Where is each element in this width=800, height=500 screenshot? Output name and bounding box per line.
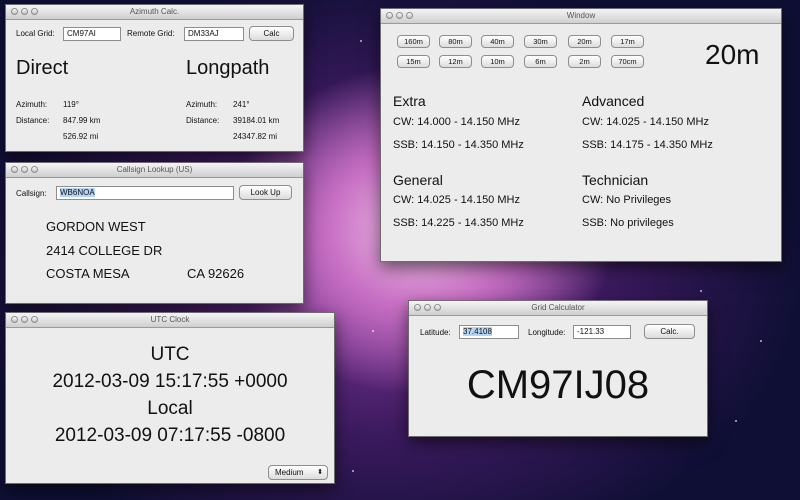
direct-azimuth-value: 119° (63, 100, 79, 109)
long-km-value: 39184.01 km (233, 116, 280, 125)
grid-calculator-window: Grid Calculator Latitude: 37.4108 Longit… (408, 300, 708, 437)
band-button-15m[interactable]: 15m (397, 55, 430, 68)
extra-heading: Extra (393, 93, 426, 109)
direct-azimuth-label: Azimuth: (16, 100, 48, 109)
band-button-70cm[interactable]: 70cm (611, 55, 644, 68)
longitude-label: Longitude: (528, 328, 566, 337)
minimize-icon[interactable] (21, 8, 28, 15)
size-select-value: Medium (275, 468, 304, 477)
longitude-input[interactable]: -121.33 (573, 325, 631, 339)
callsign-titlebar[interactable]: Callsign Lookup (US) (6, 163, 303, 178)
band-button-80m[interactable]: 80m (439, 35, 472, 48)
long-azimuth-value: 241° (233, 100, 250, 109)
longpath-heading: Longpath (186, 57, 270, 79)
azimuth-calc-window: Azimuth Calc. Local Grid: CM97AI Remote … (5, 4, 304, 152)
latitude-input[interactable]: 37.4108 (459, 325, 519, 339)
direct-distance-label: Distance: (16, 116, 50, 125)
window-title: Window (566, 11, 596, 20)
local-label: Local (147, 398, 193, 419)
direct-heading: Direct (16, 57, 69, 79)
callsign-lookup-window: Callsign Lookup (US) Callsign: WB6NOA Lo… (5, 162, 304, 304)
local-time: 2012-03-09 07:17:55 -0800 (54, 425, 286, 446)
general-heading: General (393, 172, 443, 188)
band-button-160m[interactable]: 160m (397, 35, 430, 48)
zoom-icon[interactable] (406, 12, 413, 19)
state-zip: CA 92626 (187, 266, 245, 281)
advanced-ssb: SSB: 14.175 - 14.350 MHz (582, 139, 713, 151)
minimize-icon[interactable] (21, 316, 28, 323)
size-select[interactable]: Medium ⬍ (268, 465, 328, 480)
utc-clock-window: UTC Clock UTC 2012-03-09 15:17:55 +0000 … (5, 312, 335, 484)
window-title: Callsign Lookup (US) (116, 165, 193, 174)
close-icon[interactable] (386, 12, 393, 19)
long-mi-value: 24347.82 mi (233, 132, 278, 141)
technician-ssb: SSB: No privileges (582, 217, 674, 229)
general-cw: CW: 14.025 - 14.150 MHz (393, 194, 520, 206)
minimize-icon[interactable] (424, 304, 431, 311)
calc-button[interactable]: Calc. (644, 324, 695, 339)
extra-cw: CW: 14.000 - 14.150 MHz (393, 116, 520, 128)
technician-cw: CW: No Privileges (582, 194, 672, 206)
callsign-label: Callsign: (16, 189, 47, 198)
utc-label: UTC (150, 344, 190, 365)
band-button-2m[interactable]: 2m (568, 55, 601, 68)
direct-mi-value: 526.92 mi (63, 132, 99, 141)
latitude-label: Latitude: (420, 328, 451, 337)
calc-button[interactable]: Calc (249, 26, 294, 41)
utc-titlebar[interactable]: UTC Clock (6, 313, 334, 328)
local-grid-input[interactable]: CM97AI (63, 27, 121, 41)
close-icon[interactable] (11, 316, 18, 323)
band-button-12m[interactable]: 12m (439, 55, 472, 68)
chevron-updown-icon: ⬍ (317, 469, 323, 476)
minimize-icon[interactable] (396, 12, 403, 19)
remote-grid-input[interactable]: DM33AJ (184, 27, 244, 41)
long-distance-label: Distance: (186, 116, 220, 125)
extra-ssb: SSB: 14.150 - 14.350 MHz (393, 139, 524, 151)
band-button-20m[interactable]: 20m (568, 35, 601, 48)
band-button-10m[interactable]: 10m (481, 55, 514, 68)
band-titlebar[interactable]: Window (381, 9, 781, 24)
latitude-input-text: 37.4108 (463, 327, 492, 336)
technician-heading: Technician (582, 172, 649, 188)
azimuth-titlebar[interactable]: Azimuth Calc. (6, 5, 303, 20)
owner-name: GORDON WEST (46, 219, 146, 234)
city: COSTA MESA (46, 266, 130, 281)
look-up-button[interactable]: Look Up (239, 185, 292, 200)
band-button-6m[interactable]: 6m (524, 55, 557, 68)
zoom-icon[interactable] (31, 316, 38, 323)
window-title: UTC Clock (150, 315, 190, 324)
grid-result: CM97IJ08 (466, 363, 650, 407)
grid-titlebar[interactable]: Grid Calculator (409, 301, 707, 316)
band-button-17m[interactable]: 17m (611, 35, 644, 48)
band-button-30m[interactable]: 30m (524, 35, 557, 48)
remote-grid-label: Remote Grid: (127, 29, 175, 38)
zoom-icon[interactable] (31, 8, 38, 15)
window-title: Azimuth Calc. (129, 7, 180, 16)
advanced-cw: CW: 14.025 - 14.150 MHz (582, 116, 709, 128)
callsign-input[interactable]: WB6NOA (56, 186, 234, 200)
minimize-icon[interactable] (21, 166, 28, 173)
close-icon[interactable] (414, 304, 421, 311)
general-ssb: SSB: 14.225 - 14.350 MHz (393, 217, 524, 229)
long-azimuth-label: Azimuth: (186, 100, 218, 109)
selected-band: 20m (705, 39, 760, 70)
advanced-heading: Advanced (582, 93, 645, 109)
local-grid-label: Local Grid: (16, 29, 55, 38)
utc-time: 2012-03-09 15:17:55 +0000 (52, 371, 288, 392)
band-window: Window 160m 80m 40m 30m 20m 17m 15m 12m … (380, 8, 782, 262)
street-address: 2414 COLLEGE DR (46, 243, 163, 258)
close-icon[interactable] (11, 8, 18, 15)
direct-km-value: 847.99 km (63, 116, 101, 125)
close-icon[interactable] (11, 166, 18, 173)
zoom-icon[interactable] (31, 166, 38, 173)
zoom-icon[interactable] (434, 304, 441, 311)
callsign-input-text: WB6NOA (60, 188, 95, 197)
band-button-40m[interactable]: 40m (481, 35, 514, 48)
window-title: Grid Calculator (531, 303, 585, 312)
